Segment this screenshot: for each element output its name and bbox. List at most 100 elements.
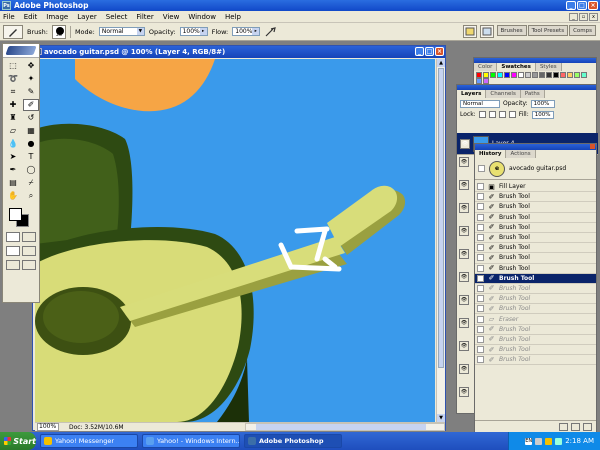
file-browser-button[interactable] [462,25,477,38]
palette-title-bar[interactable] [475,144,596,150]
doc-window-maximize-button[interactable]: □ [425,47,434,56]
close-button[interactable]: × [588,1,598,10]
tab-paths[interactable]: Paths [520,90,545,98]
jump-to-imageready-button[interactable] [22,260,36,270]
eyedropper-tool-icon[interactable]: ⌿ [23,177,39,189]
history-source-checkbox[interactable] [477,356,484,364]
history-step[interactable]: ✐ Brush Tool [475,243,596,254]
lock-transparency-checkbox[interactable] [478,111,486,118]
maximize-button[interactable]: □ [577,1,587,10]
scroll-down-icon[interactable]: ▼ [437,414,445,422]
horizontal-scrollbar[interactable] [245,423,445,431]
doc-info[interactable]: Doc: 3.52M/10.6M [69,424,124,431]
lock-pixels-checkbox[interactable] [488,111,496,118]
history-step[interactable]: ✐ Brush Tool [475,294,596,305]
history-brush-tool-icon[interactable]: ↺ [23,112,39,124]
swatch-12[interactable] [560,72,566,78]
tool-preset-picker[interactable] [3,24,23,39]
menu-window[interactable]: Window [188,13,216,21]
quick-mask-mode-button[interactable] [22,232,36,242]
palette-close-icon[interactable] [590,144,595,149]
tab-channels[interactable]: Channels [486,90,521,98]
image-canvas[interactable] [35,59,435,422]
standard-screen-mode-button[interactable] [6,246,20,256]
eye-icon[interactable]: 👁 [459,387,469,397]
menu-image[interactable]: Image [46,13,68,21]
swatch-13[interactable] [567,72,573,78]
yahoo-tray-icon[interactable] [545,437,553,445]
lock-all-checkbox[interactable] [508,111,516,118]
well-tab-comps[interactable]: Comps [569,25,596,36]
brush-tool-icon[interactable]: ✐ [23,99,39,111]
flow-field[interactable]: 100% ▸ [232,27,261,36]
eye-icon[interactable]: 👁 [460,138,470,149]
history-step[interactable]: ✐ Brush Tool [475,273,596,284]
history-source-checkbox[interactable] [477,264,484,272]
history-source-checkbox[interactable] [477,254,484,262]
history-source-checkbox[interactable] [477,284,484,292]
menu-help[interactable]: Help [225,13,241,21]
eraser-tool-icon[interactable]: ▱ [5,125,21,137]
document-title-bar[interactable]: avocado guitar.psd @ 100% (Layer 4, RGB/… [33,46,445,58]
swatch-3[interactable] [497,72,503,78]
history-step[interactable]: ✐ Brush Tool [475,223,596,233]
horizontal-scroll-thumb[interactable] [256,424,426,430]
blur-tool-icon[interactable]: 💧 [5,138,21,150]
pen-tool-icon[interactable]: ✒ [5,164,21,176]
history-snapshot[interactable]: e avocado guitar.psd [475,158,596,180]
full-screen-menu-mode-button[interactable] [22,246,36,256]
mode-select[interactable]: Normal ▼ [98,27,145,36]
menu-select[interactable]: Select [106,13,128,21]
menu-file[interactable]: File [3,13,15,21]
hand-tool-icon[interactable]: ✋ [5,190,21,202]
tab-swatches[interactable]: Swatches [497,63,536,71]
history-step[interactable]: ✐ Brush Tool [475,325,596,335]
history-step[interactable]: ✐ Brush Tool [475,304,596,315]
history-step[interactable]: ✐ Brush Tool [475,253,596,264]
path-selection-tool-icon[interactable]: ➤ [5,151,21,163]
eye-icon[interactable]: 👁 [459,180,469,190]
magic-wand-tool-icon[interactable]: ✦ [23,73,39,85]
history-step[interactable]: ✐ Brush Tool [475,335,596,345]
history-source-checkbox[interactable] [477,305,484,313]
zoom-field[interactable]: 100% [37,423,59,431]
doc-window-close-button[interactable]: × [435,47,444,56]
well-tab-brushes[interactable]: Brushes [496,25,527,36]
create-snapshot-button[interactable] [571,422,580,431]
clone-stamp-tool-icon[interactable]: ♜ [5,112,21,124]
swatch-8[interactable] [532,72,538,78]
menu-edit[interactable]: Edit [24,13,38,21]
healing-brush-tool-icon[interactable]: ✚ [5,99,21,111]
eye-icon[interactable]: 👁 [459,226,469,236]
new-document-from-state-button[interactable] [559,422,568,431]
history-source-checkbox[interactable] [477,223,484,231]
blend-mode-select[interactable]: Normal [460,99,500,108]
history-step[interactable]: ✐ Brush Tool [475,284,596,295]
menu-layer[interactable]: Layer [77,13,97,21]
swatch-9[interactable] [539,72,545,78]
doc-restore-button[interactable]: ▫ [579,12,588,21]
eye-icon[interactable]: 👁 [459,318,469,328]
menu-view[interactable]: View [163,13,180,21]
move-tool-icon[interactable]: ✥ [23,60,39,72]
swatch-6[interactable] [518,72,524,78]
standard-mode-button[interactable] [6,232,20,242]
lasso-tool-icon[interactable]: ➰ [5,73,21,85]
tab-actions[interactable]: Actions [506,150,536,158]
history-source-checkbox[interactable] [477,203,484,211]
history-step[interactable]: ✐ Brush Tool [475,202,596,213]
clock[interactable]: 2:18 AM [565,437,594,445]
eye-icon[interactable]: 👁 [459,295,469,305]
lock-position-checkbox[interactable] [498,111,506,118]
taskbar-item-photoshop[interactable]: Adobe Photoshop [244,434,342,448]
type-tool-icon[interactable]: T [23,151,39,163]
history-step[interactable]: ✐ Brush Tool [475,213,596,223]
foreground-color-swatch[interactable] [9,208,22,221]
eye-icon[interactable]: 👁 [459,157,469,167]
well-tab-tool-presets[interactable]: Tool Presets [527,25,569,36]
swatch-4[interactable] [504,72,510,78]
dodge-tool-icon[interactable]: ● [23,138,39,150]
shape-tool-icon[interactable]: ◯ [23,164,39,176]
layer-opacity-field[interactable]: 100% [530,99,555,108]
history-step[interactable]: ✐ Brush Tool [475,264,596,274]
